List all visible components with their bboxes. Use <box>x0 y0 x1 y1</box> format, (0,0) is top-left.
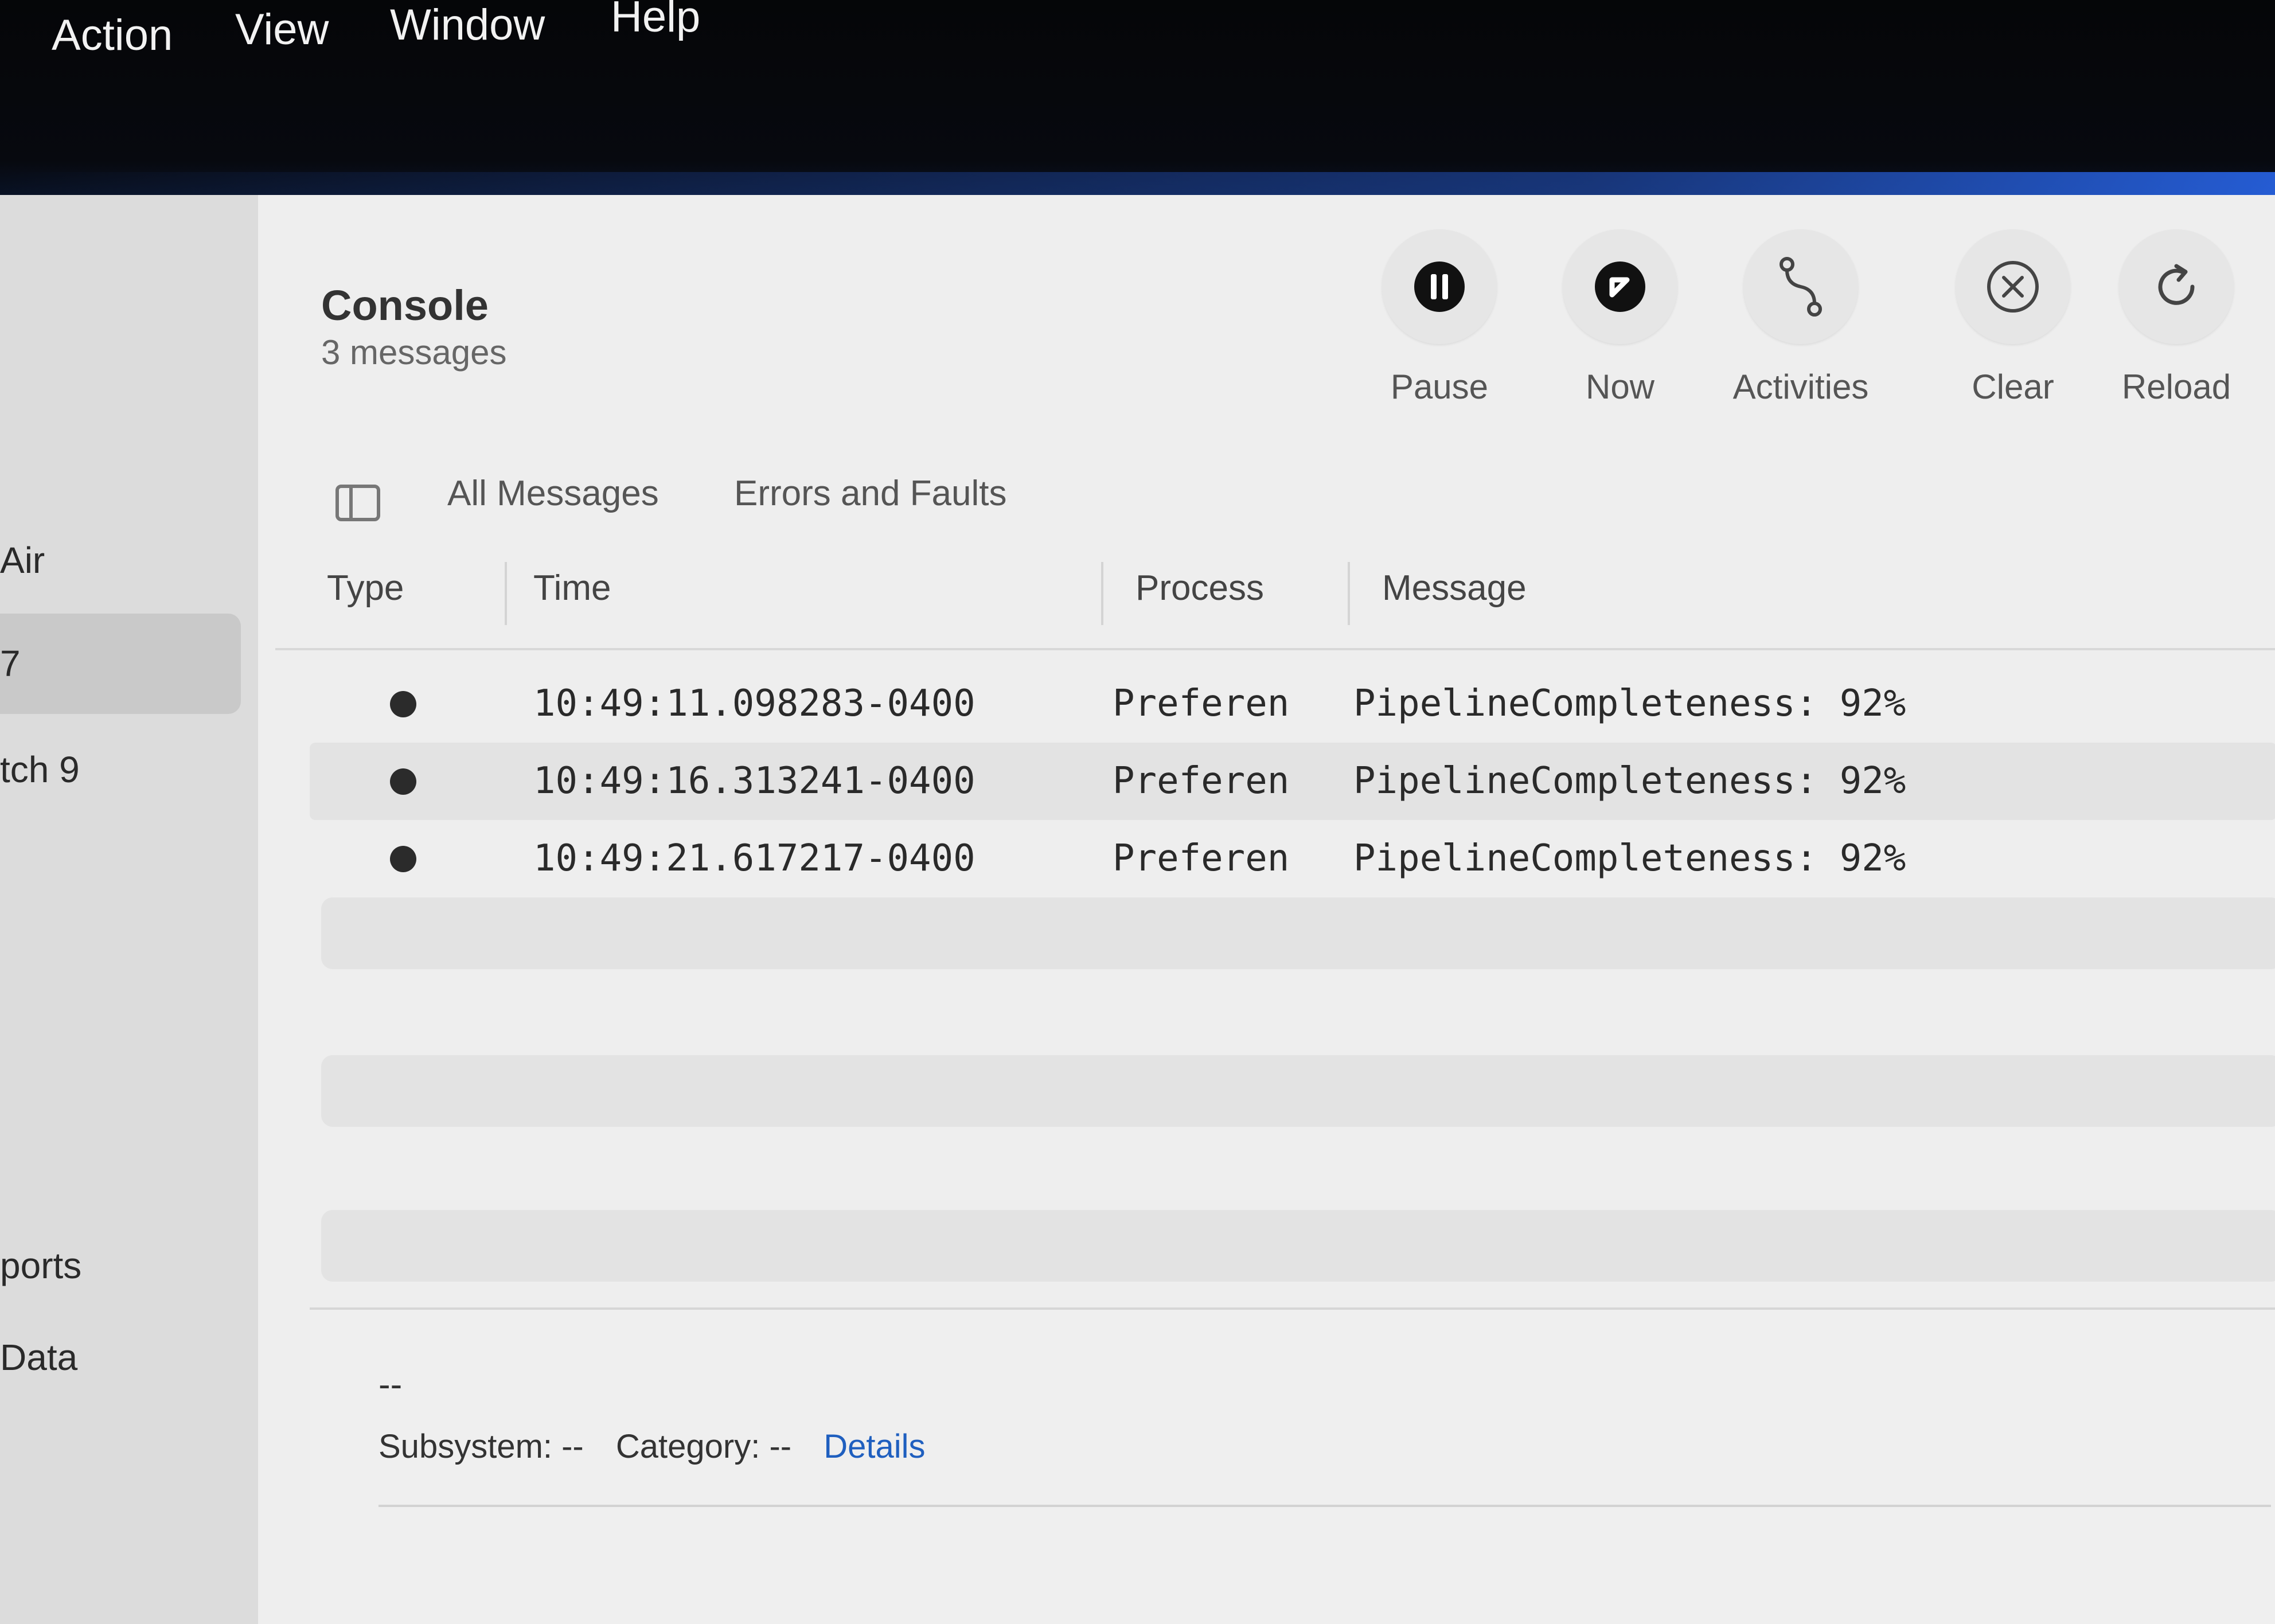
now-button[interactable]: Now <box>1551 229 1689 407</box>
pause-icon <box>1414 261 1465 312</box>
row-process: Preferen <box>1113 837 1290 880</box>
page-title: Console <box>321 282 489 329</box>
tab-all-messages[interactable]: All Messages <box>447 473 659 514</box>
activities-icon <box>1780 257 1822 317</box>
table-row[interactable]: 10:49:16.313241-0400 Preferen PipelineCo… <box>310 743 2275 820</box>
row-message: PipelineCompleteness: 92% <box>1353 837 1906 880</box>
clear-icon <box>1987 261 2039 313</box>
log-type-dot-icon <box>390 691 416 717</box>
details-pane: -- Subsystem: -- Category: -- Details <box>310 1307 2275 1624</box>
column-divider[interactable] <box>1101 562 1103 625</box>
row-process: Preferen <box>1113 682 1290 725</box>
message-count: 3 messages <box>321 333 507 372</box>
column-message[interactable]: Message <box>1382 568 1527 608</box>
reload-label: Reload <box>2121 368 2231 406</box>
pause-label: Pause <box>1390 368 1489 406</box>
row-time: 10:49:16.313241-0400 <box>533 760 975 802</box>
row-message: PipelineCompleteness: 92% <box>1353 682 1906 725</box>
log-type-dot-icon <box>390 846 416 872</box>
column-divider[interactable] <box>1348 562 1350 625</box>
subsystem-label: Subsystem: -- <box>378 1428 584 1465</box>
clear-button[interactable]: Clear <box>1944 229 2082 407</box>
column-time[interactable]: Time <box>533 568 611 608</box>
main-pane: Console 3 messages Pause Now Activities … <box>258 195 2275 1624</box>
table-row[interactable]: 10:49:11.098283-0400 Preferen PipelineCo… <box>310 665 2275 743</box>
details-link[interactable]: Details <box>824 1428 925 1465</box>
sidebar: Air 7 tch 9 ports Data <box>0 195 258 1624</box>
column-type[interactable]: Type <box>327 568 404 608</box>
screen: Action View Window Help Air 7 tch 9 port… <box>0 0 2275 1624</box>
row-process: Preferen <box>1113 760 1290 802</box>
row-time: 10:49:21.617217-0400 <box>533 837 975 880</box>
pause-button[interactable]: Pause <box>1371 229 1508 407</box>
table-row[interactable]: 10:49:21.617217-0400 Preferen PipelineCo… <box>310 820 2275 897</box>
sidebar-item-air[interactable]: Air <box>0 539 45 581</box>
console-window: Air 7 tch 9 ports Data Console 3 message… <box>0 195 2275 1624</box>
sidebar-toggle-icon[interactable] <box>335 485 380 521</box>
row-time: 10:49:11.098283-0400 <box>533 682 975 725</box>
sidebar-item-selected[interactable]: 7 <box>0 642 21 685</box>
sidebar-item-watch[interactable]: tch 9 <box>0 748 80 791</box>
reload-button[interactable]: Reload <box>2108 229 2245 407</box>
header-divider <box>275 648 2275 650</box>
empty-row <box>321 1055 2275 1127</box>
now-label: Now <box>1585 368 1655 406</box>
menu-window[interactable]: Window <box>390 0 545 50</box>
menu-action[interactable]: Action <box>52 10 173 60</box>
details-meta: Subsystem: -- Category: -- Details <box>378 1427 949 1466</box>
menu-view[interactable]: View <box>235 5 329 54</box>
column-process[interactable]: Process <box>1135 568 1264 608</box>
activities-label: Activities <box>1732 368 1869 406</box>
clear-label: Clear <box>1972 368 2054 406</box>
empty-row <box>321 1210 2275 1282</box>
log-type-dot-icon <box>390 768 416 795</box>
sidebar-item-reports[interactable]: ports <box>0 1244 81 1287</box>
sidebar-item-data[interactable]: Data <box>0 1336 77 1379</box>
category-label: Category: -- <box>615 1428 792 1465</box>
details-placeholder: -- <box>378 1365 403 1404</box>
reload-icon <box>2158 264 2195 305</box>
column-divider[interactable] <box>505 562 507 625</box>
tab-errors-and-faults[interactable]: Errors and Faults <box>734 473 1007 514</box>
empty-row <box>321 897 2275 969</box>
row-message: PipelineCompleteness: 92% <box>1353 760 1906 802</box>
details-divider <box>378 1505 2271 1507</box>
sidebar-selection <box>0 614 241 714</box>
activities-button[interactable]: Activities <box>1732 229 1870 407</box>
jump-to-now-icon <box>1595 261 1645 312</box>
menu-help[interactable]: Help <box>611 0 700 42</box>
